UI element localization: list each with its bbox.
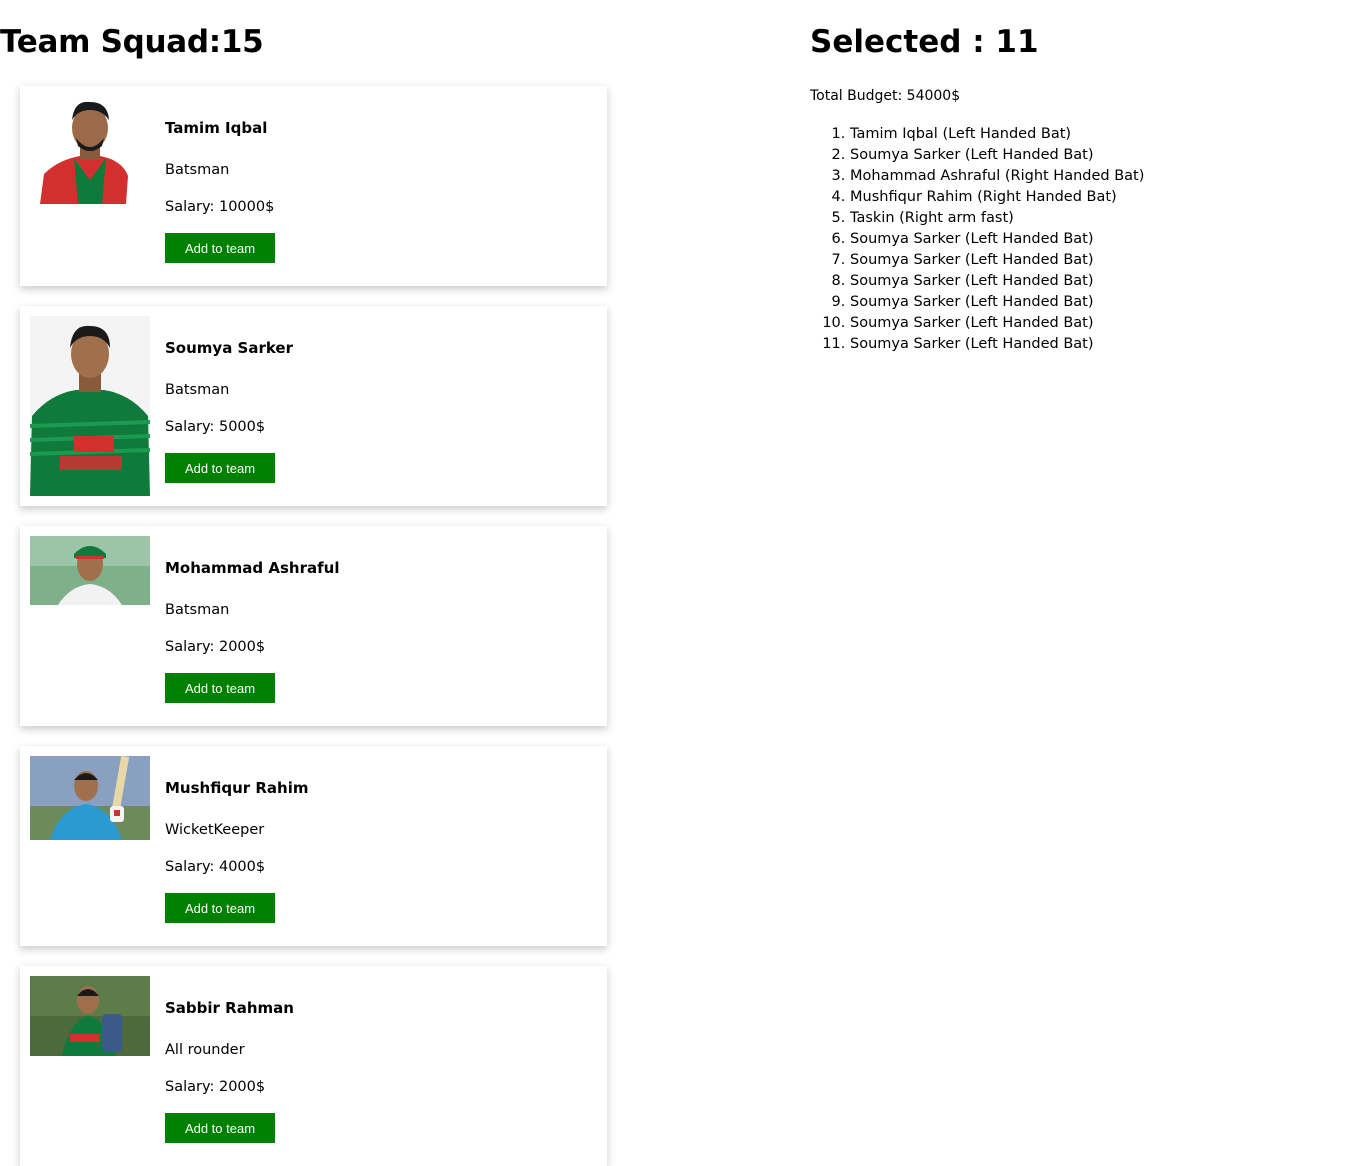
player-role: Batsman: [165, 382, 230, 398]
player-name: Mohammad Ashraful: [165, 559, 340, 577]
player-name: Sabbir Rahman: [165, 999, 294, 1017]
total-budget: Total Budget: 54000$: [810, 88, 961, 104]
add-to-team-button[interactable]: Add to team: [165, 893, 275, 923]
add-to-team-button[interactable]: Add to team: [165, 1113, 275, 1143]
player-name: Tamim Iqbal: [165, 119, 268, 137]
player-card: Mushfiqur Rahim WicketKeeper Salary: 400…: [20, 746, 607, 946]
player-role: Batsman: [165, 602, 230, 618]
add-to-team-button[interactable]: Add to team: [165, 673, 275, 703]
player-photo: [30, 976, 150, 1056]
player-salary: Salary: 5000$: [165, 419, 266, 435]
list-item: Mushfiqur Rahim (Right Handed Bat): [850, 187, 1144, 208]
list-item: Tamim Iqbal (Left Handed Bat): [850, 124, 1144, 145]
player-photo: [30, 316, 150, 496]
player-salary: Salary: 10000$: [165, 199, 275, 215]
add-to-team-button[interactable]: Add to team: [165, 233, 275, 263]
list-item: Soumya Sarker (Left Handed Bat): [850, 334, 1144, 355]
selected-player-list: Tamim Iqbal (Left Handed Bat) Soumya Sar…: [810, 124, 1144, 355]
list-item: Taskin (Right arm fast): [850, 208, 1144, 229]
list-item: Soumya Sarker (Left Handed Bat): [850, 313, 1144, 334]
player-role: WicketKeeper: [165, 822, 265, 838]
add-to-team-button[interactable]: Add to team: [165, 453, 275, 483]
selected-heading: Selected : 11: [810, 24, 1039, 60]
player-card: Mohammad Ashraful Batsman Salary: 2000$ …: [20, 526, 607, 726]
player-name: Soumya Sarker: [165, 339, 294, 357]
list-item: Soumya Sarker (Left Handed Bat): [850, 229, 1144, 250]
player-salary: Salary: 4000$: [165, 859, 266, 875]
player-role: All rounder: [165, 1042, 245, 1058]
list-item: Soumya Sarker (Left Handed Bat): [850, 250, 1144, 271]
player-card: Soumya Sarker Batsman Salary: 5000$ Add …: [20, 306, 607, 506]
player-card: Tamim Iqbal Batsman Salary: 10000$ Add t…: [20, 86, 607, 286]
player-photo: [30, 756, 150, 840]
list-item: Soumya Sarker (Left Handed Bat): [850, 145, 1144, 166]
player-salary: Salary: 2000$: [165, 1079, 266, 1095]
player-photo: [30, 96, 150, 204]
player-photo: [30, 536, 150, 605]
player-card: Sabbir Rahman All rounder Salary: 2000$ …: [20, 966, 607, 1166]
list-item: Soumya Sarker (Left Handed Bat): [850, 271, 1144, 292]
player-salary: Salary: 2000$: [165, 639, 266, 655]
list-item: Soumya Sarker (Left Handed Bat): [850, 292, 1144, 313]
player-role: Batsman: [165, 162, 230, 178]
player-name: Mushfiqur Rahim: [165, 779, 309, 797]
squad-heading: Team Squad:15: [0, 24, 264, 60]
list-item: Mohammad Ashraful (Right Handed Bat): [850, 166, 1144, 187]
